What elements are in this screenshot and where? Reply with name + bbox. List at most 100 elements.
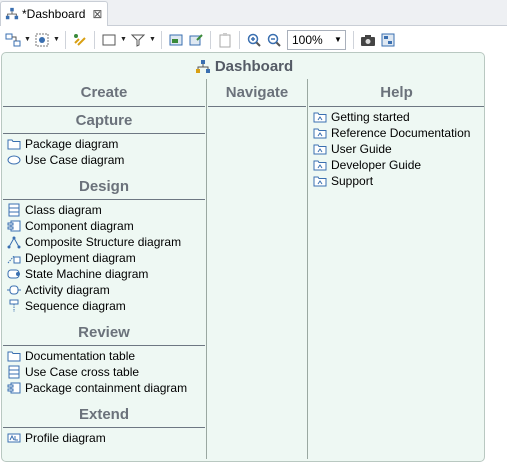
filter-dropdown-icon[interactable]: ▼	[148, 30, 157, 50]
design-list: Class diagram Component diagram Composit…	[3, 200, 205, 319]
layout-icon[interactable]	[3, 30, 23, 50]
filter-icon[interactable]	[128, 30, 148, 50]
export-image-icon[interactable]	[166, 30, 186, 50]
design-item-class-diagram[interactable]: Class diagram	[3, 202, 205, 218]
list-item-label: Support	[331, 174, 374, 188]
help-folder-icon	[312, 109, 328, 125]
extend-list: Profile diagram	[3, 428, 205, 451]
design-item-component-diagram[interactable]: Component diagram	[3, 218, 205, 234]
list-item-label: Use Case cross table	[25, 365, 140, 379]
list-item-label: Package diagram	[25, 137, 119, 151]
extend-section-header: Extend	[3, 401, 205, 428]
help-item-developer-guide[interactable]: Developer Guide	[309, 157, 484, 173]
capture-list: Package diagram Use Case diagram	[3, 134, 205, 173]
list-item-label: Sequence diagram	[25, 299, 126, 313]
link-icon[interactable]	[70, 30, 90, 50]
design-item-activity-diagram[interactable]: Activity diagram	[3, 282, 205, 298]
ellipse-icon	[6, 152, 22, 168]
navigate-column-header: Navigate	[208, 79, 306, 107]
profile-icon	[6, 430, 22, 446]
review-item-use-case-cross-table[interactable]: Use Case cross table	[3, 364, 205, 380]
close-icon[interactable]: ⊠	[92, 7, 102, 21]
table-icon	[6, 364, 22, 380]
help-folder-icon	[312, 125, 328, 141]
frame-dropdown-icon[interactable]: ▼	[119, 30, 128, 50]
dashboard-title-text: Dashboard	[214, 58, 294, 75]
review-item-package-containment-diagram[interactable]: Package containment diagram	[3, 380, 205, 396]
camera-icon[interactable]	[358, 30, 378, 50]
toolbar: ▼ ▼ ▼ ▼ 100% ▼	[0, 27, 507, 52]
component-icon	[6, 218, 22, 234]
dashboard-icon	[5, 7, 19, 20]
help-item-reference-documentation[interactable]: Reference Documentation	[309, 125, 484, 141]
arrange-icon[interactable]	[32, 30, 52, 50]
zoom-combo[interactable]: 100% ▼	[287, 29, 346, 50]
design-item-state-machine-diagram[interactable]: State Machine diagram	[3, 266, 205, 282]
dashboard-icon	[195, 59, 210, 73]
folder-icon	[6, 136, 22, 152]
list-item-label: User Guide	[331, 142, 392, 156]
review-section-header: Review	[3, 319, 205, 346]
capture-item-use-case-diagram[interactable]: Use Case diagram	[3, 152, 205, 168]
help-item-getting-started[interactable]: Getting started	[309, 109, 484, 125]
toolbar-separator	[210, 30, 211, 49]
help-column-header: Help	[309, 79, 484, 107]
help-folder-icon	[312, 141, 328, 157]
review-item-documentation-table[interactable]: Documentation table	[3, 348, 205, 364]
clipboard-icon	[215, 30, 235, 50]
help-column: Help Getting started Reference Documenta…	[309, 79, 484, 194]
list-item-label: Profile diagram	[25, 431, 106, 445]
column-divider	[307, 79, 308, 459]
toolbar-separator	[353, 30, 354, 49]
list-item-label: Package containment diagram	[25, 381, 188, 395]
arrange-dropdown-icon[interactable]: ▼	[52, 30, 61, 50]
help-folder-icon	[312, 173, 328, 189]
chevron-down-icon[interactable]: ▼	[331, 35, 345, 44]
help-item-support[interactable]: Support	[309, 173, 484, 189]
tab-title: *Dashboard	[22, 7, 86, 21]
list-item-label: Activity diagram	[25, 283, 110, 297]
design-item-deployment-diagram[interactable]: Deployment diagram	[3, 250, 205, 266]
help-folder-icon	[312, 157, 328, 173]
state-icon	[6, 266, 22, 282]
zoom-in-icon[interactable]	[244, 30, 264, 50]
frame-icon[interactable]	[99, 30, 119, 50]
list-item-label: Documentation table	[25, 349, 136, 363]
list-item-label: Use Case diagram	[25, 153, 125, 167]
dashboard-title: Dashboard	[2, 58, 486, 75]
design-item-composite-structure-diagram[interactable]: Composite Structure diagram	[3, 234, 205, 250]
capture-item-package-diagram[interactable]: Package diagram	[3, 136, 205, 152]
toolbar-separator	[239, 30, 240, 49]
component-icon	[6, 380, 22, 396]
list-item-label: Class diagram	[25, 203, 102, 217]
create-column: Create Capture Package diagram Use Case …	[3, 79, 205, 451]
toolbar-separator	[161, 30, 162, 49]
design-item-sequence-diagram[interactable]: Sequence diagram	[3, 298, 205, 314]
activity-icon	[6, 282, 22, 298]
list-item-label: State Machine diagram	[25, 267, 149, 281]
list-item-label: Deployment diagram	[25, 251, 136, 265]
folder-icon	[6, 348, 22, 364]
sequence-icon	[6, 298, 22, 314]
composite-icon	[6, 234, 22, 250]
capture-section-header: Capture	[3, 107, 205, 134]
list-item-label: Developer Guide	[331, 158, 422, 172]
zoom-out-icon[interactable]	[264, 30, 284, 50]
zoom-value: 100%	[292, 32, 323, 47]
navigate-column: Navigate	[208, 79, 306, 107]
list-item-label: Composite Structure diagram	[25, 235, 182, 249]
edit-image-icon[interactable]	[186, 30, 206, 50]
toolbar-separator	[94, 30, 95, 49]
review-list: Documentation table Use Case cross table…	[3, 346, 205, 401]
tab-dashboard[interactable]: *Dashboard ⊠	[0, 1, 108, 26]
dashboard-panel: Dashboard Create Capture Package diagram…	[1, 52, 485, 462]
list-item-label: Reference Documentation	[331, 126, 471, 140]
help-list: Getting started Reference Documentation …	[309, 107, 484, 194]
overview-icon[interactable]	[378, 30, 398, 50]
layout-dropdown-icon[interactable]: ▼	[23, 30, 32, 50]
class-icon	[6, 202, 22, 218]
help-item-user-guide[interactable]: User Guide	[309, 141, 484, 157]
design-section-header: Design	[3, 173, 205, 200]
extend-item-profile-diagram[interactable]: Profile diagram	[3, 430, 205, 446]
list-item-label: Getting started	[331, 110, 410, 124]
